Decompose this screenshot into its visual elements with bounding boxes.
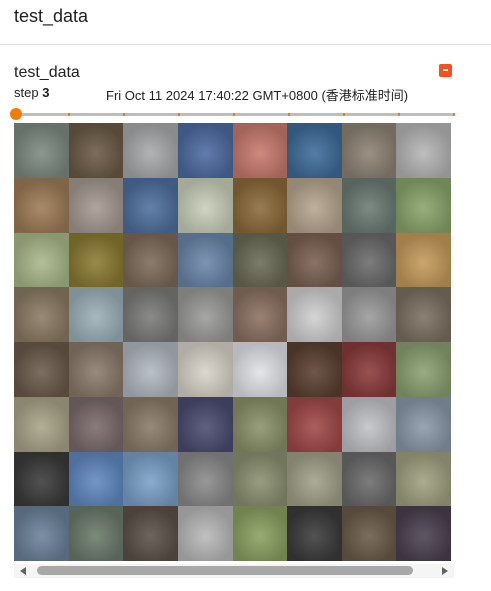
image-thumbnail [341, 287, 397, 342]
image-thumbnail [14, 451, 69, 507]
image-thumbnail [396, 451, 451, 507]
image-grid [14, 123, 451, 561]
horizontal-scrollbar[interactable] [14, 564, 454, 578]
image-thumbnail [14, 506, 69, 561]
image-thumbnail [68, 123, 124, 178]
image-thumbnail [341, 123, 397, 178]
image-thumbnail [232, 506, 288, 561]
image-thumbnail [123, 451, 178, 507]
scroll-right-arrow-icon[interactable] [442, 567, 448, 575]
card-title: test_data [14, 64, 80, 81]
image-thumbnail [287, 232, 342, 288]
image-thumbnail [177, 396, 233, 452]
image-thumbnail [177, 232, 233, 288]
image-thumbnail [287, 123, 342, 178]
image-thumbnail [287, 342, 342, 397]
image-thumbnail [68, 342, 124, 397]
scroll-thumb[interactable] [37, 566, 413, 575]
image-thumbnail [14, 396, 69, 452]
image-thumbnail [123, 342, 178, 397]
slider-tick [233, 113, 235, 116]
image-thumbnail [68, 287, 124, 342]
page-title: test_data [14, 6, 89, 26]
slider-tick [123, 113, 125, 116]
image-thumbnail [396, 177, 451, 233]
slider-tick [453, 113, 455, 116]
slider-tick [288, 113, 290, 116]
image-thumbnail [14, 177, 69, 233]
image-thumbnail [341, 232, 397, 288]
image-thumbnail [232, 123, 288, 178]
image-thumbnail [123, 177, 178, 233]
image-thumbnail [123, 123, 178, 178]
image-thumbnail [177, 342, 233, 397]
image-thumbnail [177, 123, 233, 178]
slider-tick [398, 113, 400, 116]
image-thumbnail [68, 396, 124, 452]
image-thumbnail [123, 287, 178, 342]
image-thumbnail [287, 451, 342, 507]
image-thumbnail [14, 123, 69, 178]
header-divider [0, 44, 491, 45]
slider-knob[interactable] [10, 108, 22, 120]
image-thumbnail [341, 177, 397, 233]
image-thumbnail [341, 396, 397, 452]
slider-tick [68, 113, 70, 116]
image-thumbnail [396, 287, 451, 342]
image-thumbnail [396, 342, 451, 397]
image-thumbnail [232, 342, 288, 397]
image-thumbnail [123, 506, 178, 561]
image-thumbnail [287, 396, 342, 452]
image-thumbnail [177, 506, 233, 561]
image-thumbnail [341, 451, 397, 507]
image-thumbnail [396, 123, 451, 178]
image-thumbnail [14, 287, 69, 342]
image-thumbnail [123, 232, 178, 288]
image-thumbnail [287, 287, 342, 342]
image-thumbnail [232, 232, 288, 288]
image-thumbnail [68, 506, 124, 561]
image-thumbnail [68, 177, 124, 233]
step-slider[interactable] [10, 108, 455, 120]
timestamp: Fri Oct 11 2024 17:40:22 GMT+0800 (香港标准时… [106, 88, 409, 103]
image-thumbnail [396, 506, 451, 561]
image-thumbnail [341, 342, 397, 397]
image-thumbnail [14, 342, 69, 397]
expand-button[interactable] [439, 64, 452, 77]
image-thumbnail [14, 232, 69, 288]
image-thumbnail [68, 232, 124, 288]
step-text: step [14, 85, 39, 100]
image-thumbnail [68, 451, 124, 507]
image-thumbnail [177, 287, 233, 342]
image-thumbnail [177, 451, 233, 507]
slider-tick [343, 113, 345, 116]
image-thumbnail [232, 451, 288, 507]
image-thumbnail [287, 506, 342, 561]
slider-tick [178, 113, 180, 116]
image-thumbnail [396, 396, 451, 452]
image-thumbnail [232, 396, 288, 452]
image-thumbnail [341, 506, 397, 561]
step-value: 3 [42, 85, 50, 100]
scroll-left-arrow-icon[interactable] [20, 567, 26, 575]
step-label: step 3 [14, 85, 49, 100]
image-thumbnail [123, 396, 178, 452]
image-thumbnail [177, 177, 233, 233]
image-thumbnail [232, 287, 288, 342]
image-thumbnail [287, 177, 342, 233]
image-thumbnail [396, 232, 451, 288]
image-thumbnail [232, 177, 288, 233]
